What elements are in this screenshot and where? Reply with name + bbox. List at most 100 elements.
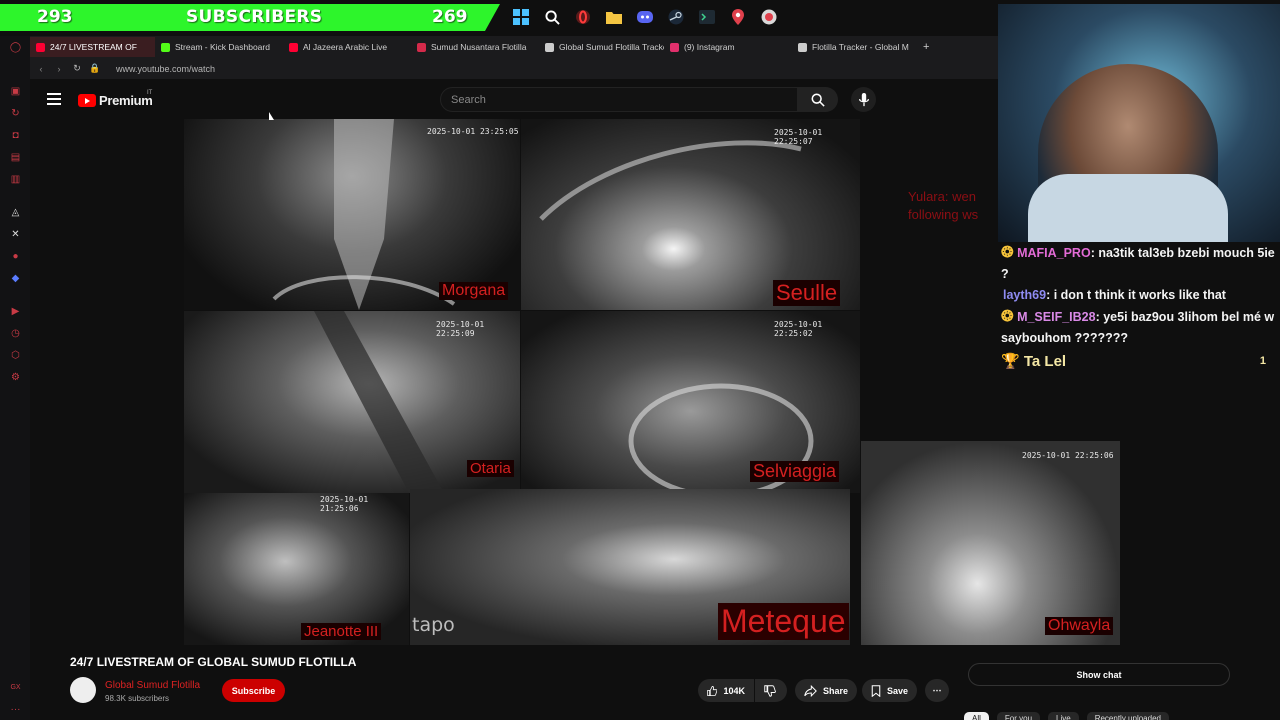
- sidebar-ai-icon[interactable]: ◬: [10, 207, 21, 218]
- tab-label: Flotilla Tracker - Global M: [812, 42, 909, 52]
- camera-label: Seulle: [773, 280, 841, 306]
- voice-search-button[interactable]: [851, 87, 876, 112]
- search-icon: [811, 93, 825, 107]
- tab-sumud-nusantara[interactable]: Sumud Nusantara Flotilla: [411, 37, 539, 57]
- subscriber-count: 98.3K subscribers: [105, 694, 170, 703]
- youtube-tab-icon: [36, 42, 45, 52]
- search-input[interactable]: Search: [440, 87, 798, 112]
- sidebar-youtube-icon[interactable]: ●: [10, 251, 21, 262]
- opera-icon[interactable]: [574, 8, 592, 26]
- sidebar-gamepad-icon[interactable]: ▣: [10, 86, 21, 97]
- sidebar-settings-icon[interactable]: ⚙: [10, 372, 21, 383]
- camera-timestamp: 2025-10-01 22:25:06: [1022, 451, 1114, 460]
- chat-text: : i don t think it works like that: [1046, 288, 1226, 302]
- dislike-button[interactable]: [755, 679, 787, 702]
- search-icon[interactable]: [543, 8, 561, 26]
- chip-live[interactable]: Live: [1048, 712, 1079, 720]
- camera-meteque: tapo Meteque: [410, 489, 850, 645]
- steam-icon[interactable]: [667, 8, 685, 26]
- sidebar-cube-icon[interactable]: ⬡: [10, 350, 21, 361]
- chat-username[interactable]: M_SEIF_IB28: [1017, 310, 1096, 324]
- windows-icon[interactable]: [512, 8, 530, 26]
- camera-label: Jeanotte III: [301, 623, 382, 640]
- tab-label: Stream - Kick Dashboard: [175, 42, 270, 52]
- youtube-premium-logo[interactable]: Premium IT: [78, 90, 153, 108]
- camera-morgana: 2025-10-01 23:25:05 Morgana: [184, 119, 520, 310]
- camera-timestamp: 2025-10-01 22:25:02: [774, 320, 823, 338]
- chip-for-you[interactable]: For you: [996, 712, 1041, 720]
- forward-icon[interactable]: ›: [52, 64, 66, 74]
- discord-icon[interactable]: [636, 8, 654, 26]
- back-icon[interactable]: ‹: [34, 64, 48, 74]
- camera-label: Morgana: [439, 282, 509, 300]
- sidebar-play-icon[interactable]: ▶: [10, 306, 21, 317]
- youtube-tab-icon: [289, 42, 298, 52]
- sidebar-list-icon[interactable]: ▥: [10, 174, 21, 185]
- show-chat-button[interactable]: Show chat: [968, 663, 1230, 686]
- video-player[interactable]: 2025-10-01 23:25:05 Morgana 2025-10-01 2…: [184, 119, 1120, 645]
- address-bar: ‹ › ↻ 🔒 www.youtube.com/watch: [30, 58, 1000, 79]
- tab-label: (9) Instagram: [684, 42, 735, 52]
- chip-all[interactable]: All: [964, 712, 989, 720]
- sidebar-history-icon[interactable]: ◷: [10, 328, 21, 339]
- location-icon[interactable]: [729, 8, 747, 26]
- subscriber-count-left: 293: [37, 7, 73, 27]
- folder-icon[interactable]: [605, 8, 623, 26]
- sidebar-shield-icon[interactable]: ◆: [10, 273, 21, 284]
- sidebar-gx-icon[interactable]: GX: [10, 682, 21, 693]
- tab-youtube-livestream[interactable]: 24/7 LIVESTREAM OF: [30, 37, 155, 57]
- search-button[interactable]: [798, 87, 838, 112]
- camera-jeanotte: 2025-10-01 21:25:06 Jeanotte III: [184, 493, 409, 645]
- camera-label: Selviaggia: [750, 461, 840, 482]
- opera-logo-icon[interactable]: ◯: [10, 42, 21, 53]
- share-button[interactable]: Share: [795, 679, 858, 702]
- tab-flotilla-tracker[interactable]: Global Sumud Flotilla Tracker: [539, 37, 664, 57]
- tab-instagram[interactable]: (9) Instagram: [664, 37, 792, 57]
- camera-timestamp: 2025-10-01 21:25:06: [320, 495, 369, 513]
- tab-aljazeera[interactable]: Al Jazeera Arabic Live: [283, 37, 411, 57]
- stream-chat: ❂ MAFIA_PRO: na3tik tal3eb bzebi mouch 5…: [998, 242, 1280, 372]
- taskbar: [512, 6, 778, 28]
- sidebar-more-icon[interactable]: ···: [10, 704, 21, 715]
- hamburger-menu-icon[interactable]: [47, 93, 61, 105]
- save-button[interactable]: Save: [862, 679, 918, 702]
- video-title: 24/7 LIVESTREAM OF GLOBAL SUMUD FLOTILLA: [70, 655, 357, 669]
- tracker-tab-icon: [545, 42, 554, 52]
- sidebar-refresh-icon[interactable]: ↻: [10, 108, 21, 119]
- new-tab-button[interactable]: +: [917, 37, 935, 57]
- terminal-icon[interactable]: [698, 8, 716, 26]
- tab-label: Global Sumud Flotilla Tracker: [559, 42, 664, 52]
- browser-tabs: 24/7 LIVESTREAM OF Stream - Kick Dashboa…: [30, 37, 935, 57]
- mouse-cursor: [269, 112, 274, 120]
- thumbs-down-icon: [764, 684, 776, 697]
- sidebar-bag-icon[interactable]: ◘: [10, 130, 21, 141]
- chat-username[interactable]: MAFIA_PRO: [1017, 246, 1091, 260]
- overlay-chat-fade: Yulara: wen following ws: [908, 189, 979, 222]
- sidebar-twitch-icon[interactable]: ▤: [10, 152, 21, 163]
- country-code: IT: [147, 90, 153, 96]
- camera-otaria: 2025-10-01 22:25:09 Otaria: [184, 311, 520, 493]
- channel-name[interactable]: Global Sumud Flotilla: [105, 680, 200, 691]
- app-icon[interactable]: [760, 8, 778, 26]
- tab-kick-dashboard[interactable]: Stream - Kick Dashboard: [155, 37, 283, 57]
- more-actions-button[interactable]: ⋯: [925, 679, 949, 702]
- camera-timestamp: 2025-10-01 22:25:09: [436, 320, 485, 338]
- lock-icon: 🔒: [89, 63, 101, 73]
- subscribe-button[interactable]: Subscribe: [222, 679, 285, 702]
- kick-tab-icon: [161, 42, 170, 52]
- tab-flotilla-tracker-global[interactable]: Flotilla Tracker - Global M: [792, 37, 917, 57]
- like-button[interactable]: 104K: [698, 679, 754, 702]
- url-text[interactable]: www.youtube.com/watch: [116, 64, 215, 74]
- camera-label: Meteque: [718, 603, 849, 640]
- chat-username[interactable]: Ta Lel: [1024, 353, 1066, 370]
- subscriber-count-right: 269: [432, 7, 468, 27]
- channel-avatar[interactable]: [70, 677, 96, 703]
- reload-icon[interactable]: ↻: [70, 63, 84, 74]
- badge-icon: ❂: [1001, 244, 1014, 261]
- save-label: Save: [887, 685, 909, 696]
- chat-username[interactable]: layth69: [1003, 288, 1046, 302]
- streamer-shirt: [1028, 174, 1228, 242]
- sidebar-x-icon[interactable]: ✕: [10, 229, 21, 240]
- chip-recently-uploaded[interactable]: Recently uploaded: [1086, 712, 1169, 720]
- camera-timestamp: 2025-10-01 22:25:07: [774, 128, 823, 146]
